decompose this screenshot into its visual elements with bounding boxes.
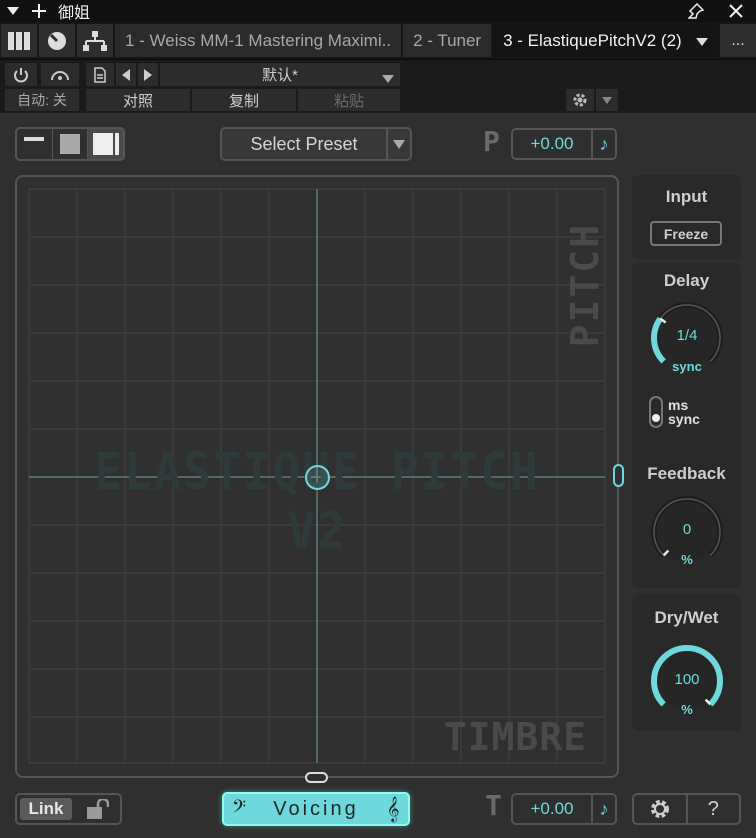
routing-icon[interactable] — [77, 24, 113, 57]
treble-clef-icon: 𝄞 — [386, 796, 400, 821]
pad-watermark: ELASTIQUE PITCH V2 — [94, 441, 540, 561]
close-icon[interactable] — [716, 0, 756, 22]
delay-value: 1/4 — [676, 327, 698, 344]
input-title: Input — [665, 187, 708, 206]
note-icon[interactable]: ♪ — [591, 130, 615, 158]
rack-view-icon[interactable] — [1, 24, 37, 57]
tab-elastique[interactable]: 3 - ElastiquePitchV2 (2) — [493, 24, 718, 57]
timbre-label: T — [485, 789, 502, 822]
host-toolbar-secondary: 自动: 关 对照 复制 粘贴 — [0, 89, 756, 112]
compare-button[interactable]: 对照 — [86, 89, 190, 111]
prev-preset-icon[interactable] — [116, 63, 136, 86]
xy-pad-handle[interactable] — [305, 465, 330, 490]
view-size-selector — [15, 127, 125, 161]
view-small-button[interactable] — [17, 129, 53, 159]
triangle-down-icon[interactable] — [0, 0, 26, 22]
automation-icon[interactable] — [41, 63, 79, 86]
bass-clef-icon: 𝄢 — [231, 796, 247, 821]
delay-unit: sync — [672, 359, 702, 374]
host-preset-select[interactable]: 默认* — [160, 63, 400, 86]
drywet-unit: % — [681, 702, 693, 717]
drywet-value: 100 — [674, 671, 700, 688]
copy-button[interactable]: 复制 — [192, 89, 296, 111]
select-preset-label: Select Preset — [250, 133, 358, 154]
voicing-button[interactable]: 𝄢 Voicing 𝄞 — [222, 792, 410, 826]
delay-title: Delay — [663, 271, 710, 290]
input-section: Input Freeze — [632, 175, 741, 259]
pad-pitch-label: PITCH — [563, 222, 607, 348]
elastique-pitch-plugin: Select Preset P +0.00 ♪ ELASTIQUE PITCH … — [0, 113, 756, 838]
link-group: Link — [15, 793, 122, 825]
help-button[interactable]: ? — [688, 795, 740, 823]
tab-elastique-label: 3 - ElastiquePitchV2 (2) — [503, 30, 682, 50]
select-preset-dropdown[interactable]: Select Preset — [220, 127, 412, 161]
plugin-tab-bar: 1 - Weiss MM-1 Mastering Maximi.. 2 - Tu… — [0, 22, 756, 60]
link-button[interactable]: Link — [20, 798, 72, 820]
more-tabs-button[interactable]: ... — [720, 24, 756, 57]
pitch-value[interactable]: +0.00 — [513, 130, 591, 158]
note-icon[interactable]: ♪ — [591, 795, 615, 823]
window-title: 御姐 — [58, 3, 91, 22]
gear-icon[interactable] — [634, 795, 688, 823]
pitch-timbre-xy-pad[interactable]: ELASTIQUE PITCH V2 PITCH TIMBRE — [15, 175, 619, 778]
settings-help-group: ? — [632, 793, 741, 825]
title-bar: 御姐 — [0, 0, 756, 22]
drywet-title: Dry/Wet — [654, 608, 719, 627]
power-icon[interactable] — [5, 63, 37, 86]
chevron-down-icon[interactable] — [386, 129, 410, 159]
feedback-value: 0 — [682, 521, 692, 538]
pitch-label: P — [483, 125, 500, 158]
pad-timbre-label: TIMBRE — [443, 715, 587, 759]
feedback-knob[interactable]: 0 % — [649, 494, 725, 570]
timbre-slider-handle[interactable] — [305, 772, 328, 783]
automation-state[interactable]: 自动: 关 — [5, 89, 79, 111]
chevron-down-icon[interactable] — [596, 89, 618, 111]
view-large-button[interactable] — [88, 129, 124, 159]
next-preset-icon[interactable] — [138, 63, 158, 86]
freeze-button[interactable]: Freeze — [650, 221, 722, 246]
pitch-value-field[interactable]: +0.00 ♪ — [511, 128, 617, 160]
chevron-down-icon — [382, 70, 394, 87]
plus-icon[interactable] — [26, 0, 52, 22]
tab-weiss[interactable]: 1 - Weiss MM-1 Mastering Maximi.. — [115, 24, 402, 57]
delay-knob[interactable]: 1/4 sync — [649, 300, 725, 376]
dial-icon[interactable] — [39, 24, 75, 57]
pitch-slider-handle[interactable] — [613, 464, 624, 487]
unlock-icon[interactable] — [75, 795, 120, 823]
triangle-down-icon[interactable] — [695, 31, 708, 51]
delay-mode-switch[interactable] — [649, 396, 663, 428]
view-medium-button[interactable] — [53, 129, 89, 159]
pin-icon[interactable] — [676, 0, 716, 22]
switch-knob — [652, 414, 660, 422]
switch-sync-label[interactable]: sync — [668, 411, 700, 427]
drywet-knob[interactable]: 100 % — [649, 643, 725, 719]
preset-file-icon[interactable] — [86, 63, 114, 86]
tab-tuner[interactable]: 2 - Tuner — [403, 24, 492, 57]
host-preset-name: 默认* — [262, 67, 298, 84]
feedback-title: Feedback — [647, 464, 726, 483]
voicing-label: Voicing — [273, 797, 359, 820]
gear-icon[interactable] — [566, 89, 594, 111]
feedback-unit: % — [681, 552, 693, 567]
timbre-value[interactable]: +0.00 — [513, 795, 591, 823]
paste-button[interactable]: 粘贴 — [298, 89, 400, 111]
host-toolbar: 默认* — [0, 61, 756, 88]
timbre-value-field[interactable]: +0.00 ♪ — [511, 793, 617, 825]
